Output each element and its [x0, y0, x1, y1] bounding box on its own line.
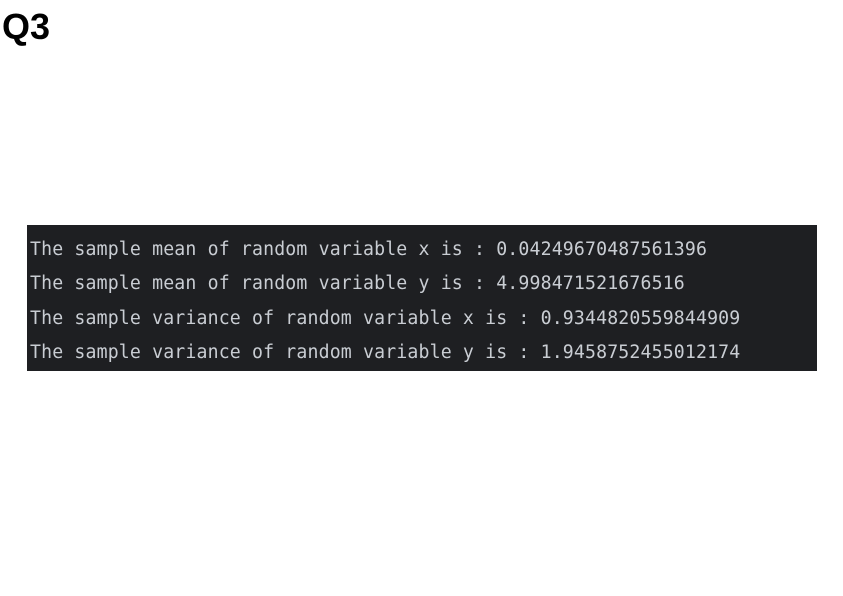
question-heading: Q3: [2, 6, 51, 47]
output-line-variance-y: The sample variance of random variable y…: [30, 342, 741, 364]
output-line-mean-y: The sample mean of random variable y is …: [30, 273, 685, 295]
output-line-mean-x: The sample mean of random variable x is …: [30, 239, 708, 260]
output-line-variance-x: The sample variance of random variable x…: [30, 307, 741, 329]
console-output-panel: The sample mean of random variable x is …: [27, 225, 817, 371]
